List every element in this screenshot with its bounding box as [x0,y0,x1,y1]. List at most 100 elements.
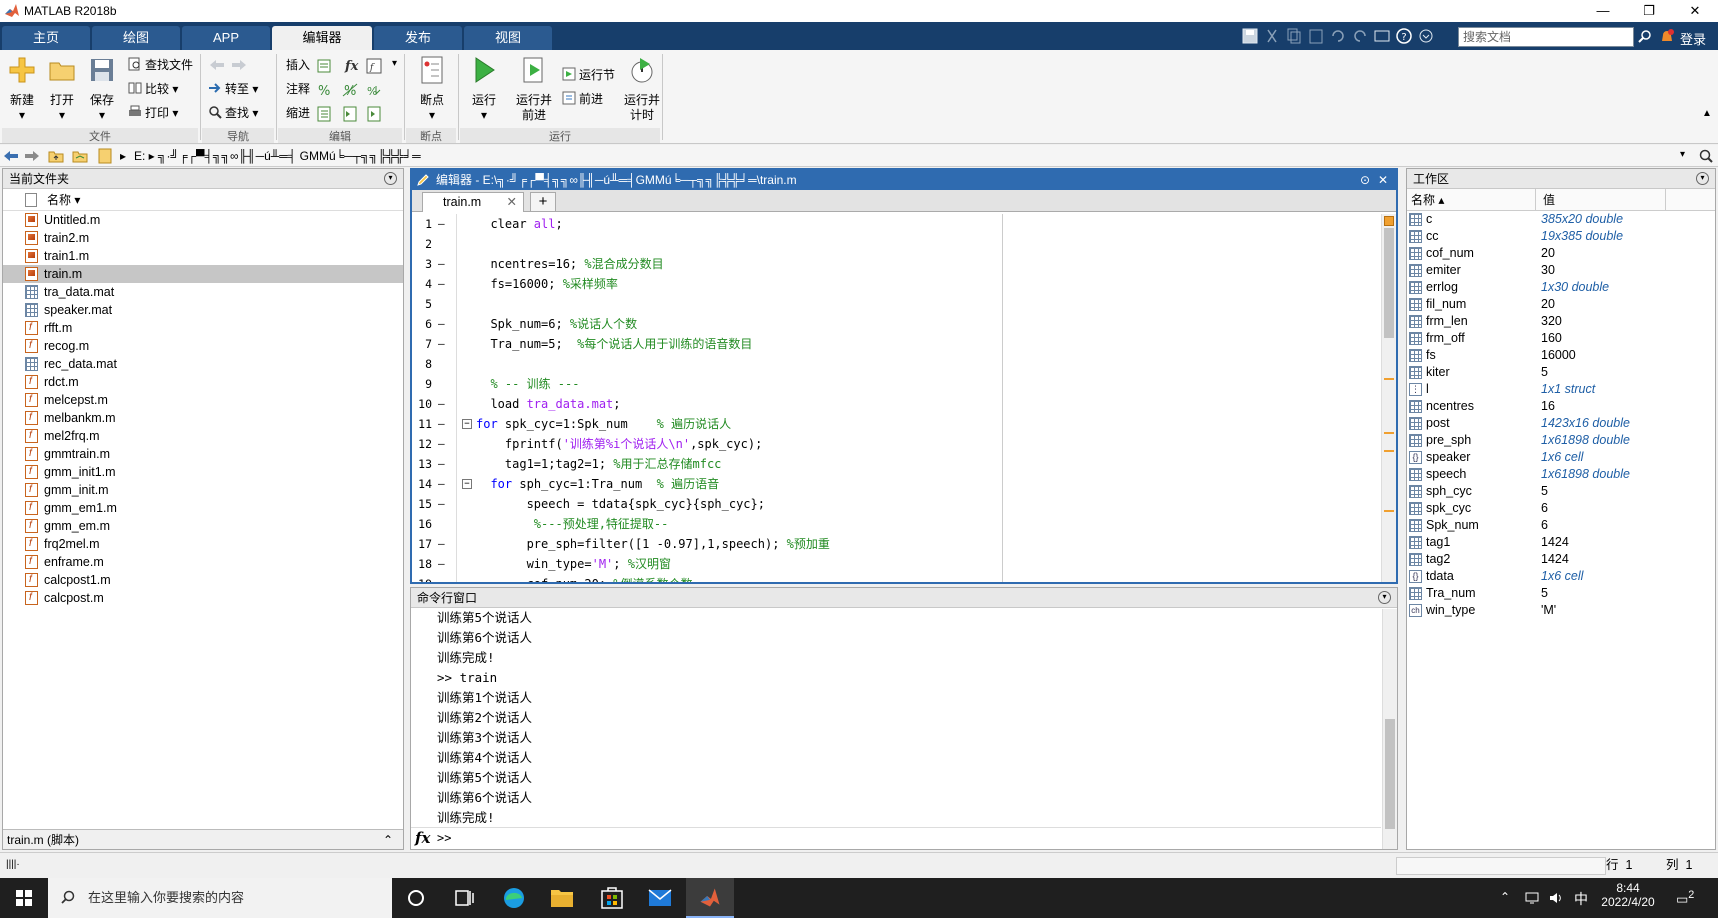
copy-quick-icon[interactable] [1284,27,1304,45]
smart-indent-icon[interactable] [316,106,332,122]
file-row[interactable]: rfft.m [3,319,403,337]
file-row[interactable]: tra_data.mat [3,283,403,301]
insert-button[interactable]: 插入 [286,56,310,74]
file-row[interactable]: gmm_init1.m [3,463,403,481]
workspace-variable-row[interactable]: c 385x20 double [1407,211,1715,228]
search-icon[interactable] [1637,29,1653,45]
cortana-icon[interactable] [392,878,440,918]
line-number[interactable]: 4 [412,274,432,294]
editor-scroll-thumb[interactable] [1384,228,1394,338]
tab-train-m[interactable]: train.m ✕ [422,192,524,212]
code-line[interactable]: 15– speech = tdata{spk_cyc}{sph_cyc}; [412,494,1396,514]
function-browser-fx-icon[interactable]: fx [415,829,430,847]
code-line[interactable]: 7– Tra_num=5; %每个说话人用于训练的语音数目 [412,334,1396,354]
breakpoint-marker[interactable]: – [438,434,445,454]
line-number[interactable]: 1 [412,214,432,234]
save-quick-icon[interactable] [1240,27,1260,45]
breakpoint-marker[interactable]: – [438,574,445,582]
code-line[interactable]: 17– pre_sph=filter([1 -0.97],1,speech); … [412,534,1396,554]
file-row[interactable]: mel2frq.m [3,427,403,445]
code-line[interactable]: 18– win_type='M'; %汉明窗 [412,554,1396,574]
workspace-variable-row[interactable]: {} tdata 1x6 cell [1407,568,1715,585]
line-number[interactable]: 18 [412,554,432,574]
notification-center-icon[interactable]: ▭2 [1676,889,1694,907]
clock[interactable]: 8:44 2022/4/20 [1598,881,1658,909]
workspace-variable-row[interactable]: ch win_type 'M' [1407,602,1715,619]
edge-browser-icon[interactable] [490,878,538,918]
microsoft-store-icon[interactable] [588,878,636,918]
file-row[interactable]: calcpost1.m [3,571,403,589]
editor-menu-icon[interactable]: ⊙ [1360,170,1370,190]
code-line[interactable]: 8 [412,354,1396,374]
run-and-time-button[interactable]: 运行并 计时 [622,54,662,123]
file-explorer-icon[interactable] [538,878,586,918]
line-number[interactable]: 17 [412,534,432,554]
command-scrollbar[interactable] [1382,609,1397,849]
insert-function-fx-icon[interactable]: fx [342,56,360,74]
workspace-variable-row[interactable]: fil_num 20 [1407,296,1715,313]
command-window-menu-icon[interactable]: ▾ [1378,591,1391,604]
workspace-variable-row[interactable]: speech 1x61898 double [1407,466,1715,483]
code-line[interactable]: 10– load tra_data.mat; [412,394,1396,414]
file-row[interactable]: enframe.m [3,553,403,571]
workspace-variable-row[interactable]: fs 16000 [1407,347,1715,364]
insert-section-icon[interactable] [316,58,332,74]
close-tab-icon[interactable]: ✕ [507,193,517,211]
workspace-variable-row[interactable]: tag1 1424 [1407,534,1715,551]
code-analyzer-warning-icon[interactable] [1384,216,1394,226]
file-row[interactable]: gmm_init.m [3,481,403,499]
file-row[interactable]: train2.m [3,229,403,247]
command-scroll-thumb[interactable] [1385,719,1395,829]
code-line[interactable]: 19– cof_num=20; %倒谱系数个数 [412,574,1396,582]
column-header-var-name[interactable]: 名称 ▴ [1411,189,1444,211]
breakpoint-marker[interactable]: – [438,394,445,414]
mail-icon[interactable] [636,878,684,918]
workspace-variable-row[interactable]: frm_len 320 [1407,313,1715,330]
quick-access-menu-icon[interactable] [1416,27,1436,45]
breakpoint-marker[interactable]: – [438,314,445,334]
workspace-variable-row[interactable]: ncentres 16 [1407,398,1715,415]
line-number[interactable]: 6 [412,314,432,334]
file-row[interactable]: frq2mel.m [3,535,403,553]
code-line[interactable]: 2 [412,234,1396,254]
file-row[interactable]: train1.m [3,247,403,265]
matlab-taskbar-icon[interactable] [686,878,734,918]
wrap-comments-icon[interactable]: % [366,82,382,98]
switch-windows-icon[interactable] [1372,27,1392,45]
find-files-button[interactable]: 查找文件 [128,56,193,74]
line-number[interactable]: 9 [412,374,432,394]
workspace-variable-row[interactable]: emiter 30 [1407,262,1715,279]
increase-indent-icon[interactable] [366,106,382,122]
tab-view[interactable]: 视图 [464,26,552,50]
workspace-variable-row[interactable]: pre_sph 1x61898 double [1407,432,1715,449]
file-row[interactable]: train.m [3,265,403,283]
command-input-line[interactable]: fx >> [411,827,1381,849]
path-dropdown-icon[interactable]: ▾ [1680,149,1685,160]
code-line[interactable]: 5 [412,294,1396,314]
workspace-variable-row[interactable]: cof_num 20 [1407,245,1715,262]
breakpoint-marker[interactable]: – [438,534,445,554]
line-number[interactable]: 8 [412,354,432,374]
comment-percent-icon[interactable]: % [316,82,332,98]
file-row[interactable]: gmmtrain.m [3,445,403,463]
indent-button[interactable]: 缩进 [286,104,310,122]
expand-details-icon[interactable]: ⌃ [383,830,393,850]
input-method-indicator[interactable]: 中 [1574,889,1588,909]
file-row[interactable]: melcepst.m [3,391,403,409]
breakpoint-marker[interactable]: – [438,274,445,294]
breakpoint-marker[interactable]: – [438,414,445,434]
up-folder-icon[interactable] [48,148,64,164]
code-line[interactable]: 3– ncentres=16; %混合成分数目 [412,254,1396,274]
command-output[interactable]: 训练第5个说话人 训练第6个说话人 训练完成! >> train 训练第1个说话人 训练第… [411,608,1397,828]
workspace-variable-row[interactable]: tag2 1424 [1407,551,1715,568]
back-nav-icon[interactable] [208,58,226,72]
comment-button[interactable]: 注释 [286,80,310,98]
file-row[interactable]: calcpost.m [3,589,403,607]
file-row[interactable]: gmm_em1.m [3,499,403,517]
editor-scrollbar[interactable] [1381,214,1396,582]
fold-toggle-icon[interactable]: − [462,419,472,429]
file-row[interactable]: Untitled.m [3,211,403,229]
goto-button[interactable]: 转至 ▾ [208,80,258,98]
file-details-bar[interactable]: train.m (脚本) ⌃ [3,829,403,849]
tab-editor[interactable]: 编辑器 [272,26,372,50]
